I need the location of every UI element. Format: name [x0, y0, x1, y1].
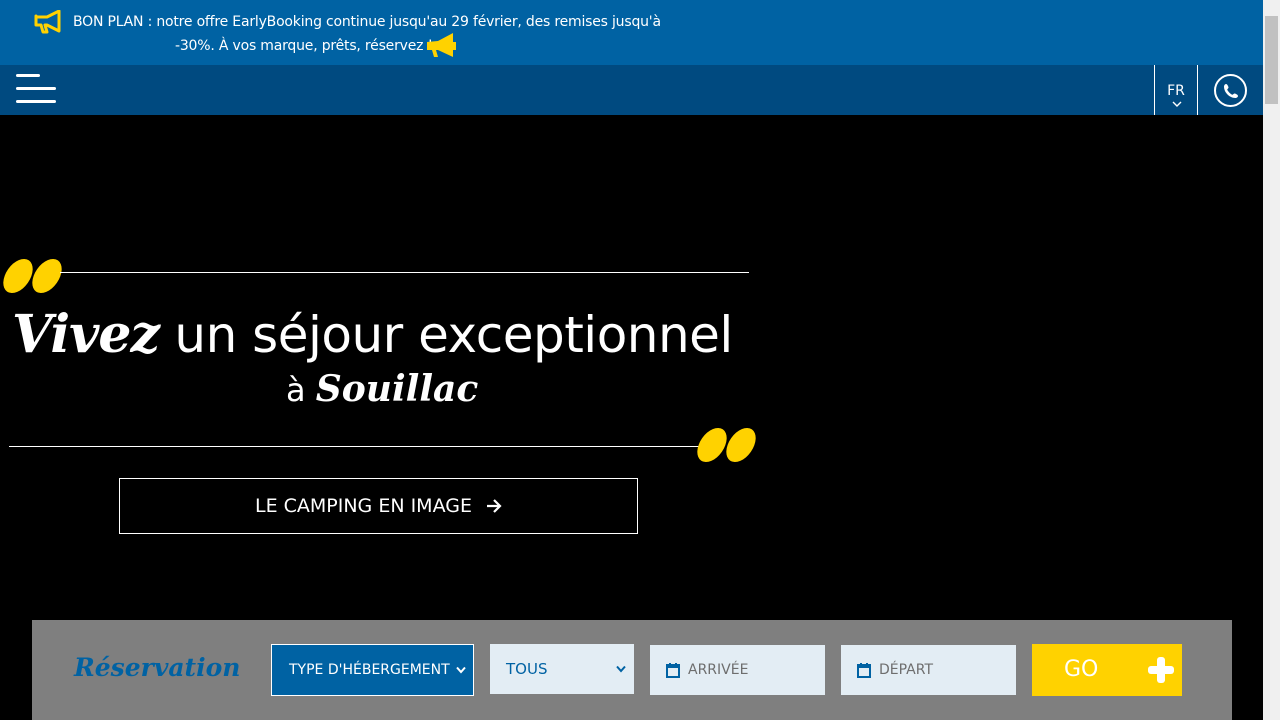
quote-mark-icon	[3, 258, 62, 294]
departure-date-field[interactable]: DÉPART	[841, 645, 1016, 695]
phone-button[interactable]	[1214, 74, 1247, 107]
hero-title: Vivez un séjour exceptionnel	[12, 304, 752, 365]
arrival-date-field[interactable]: ARRIVÉE	[650, 645, 825, 695]
camping-gallery-button[interactable]: LE CAMPING EN IMAGE	[119, 478, 638, 534]
plus-icon	[1148, 657, 1174, 683]
arrival-placeholder: ARRIVÉE	[688, 662, 749, 678]
calendar-icon	[857, 663, 871, 678]
divider-bottom	[9, 446, 699, 447]
go-label: GO	[1064, 657, 1099, 682]
hero-subtitle: à Souillac	[286, 368, 478, 410]
go-search-button[interactable]: GO	[1032, 644, 1182, 696]
hero-title-rest: un séjour exceptionnel	[159, 306, 733, 364]
page-scrollbar[interactable]	[1263, 0, 1280, 720]
cta-label: LE CAMPING EN IMAGE	[255, 495, 472, 517]
category-select[interactable]: TOUS	[490, 644, 634, 694]
chevron-down-icon	[456, 666, 466, 674]
departure-placeholder: DÉPART	[879, 662, 934, 678]
navigation-bar: FR	[0, 65, 1263, 115]
megaphone-icon	[427, 33, 456, 57]
calendar-icon	[666, 663, 680, 678]
chevron-down-icon	[616, 665, 626, 673]
category-value: TOUS	[506, 660, 548, 678]
promo-text-line1: BON PLAN : notre offre EarlyBooking cont…	[73, 14, 661, 30]
accommodation-type-value: TYPE D'HÉBERGEMENT	[289, 662, 450, 678]
booking-bar: Réservation TYPE D'HÉBERGEMENT TOUS ARRI…	[32, 620, 1232, 720]
booking-title: Réservation	[74, 653, 241, 682]
promo-text-line2: -30%. À vos marque, prêts, réservez ! :	[175, 38, 442, 54]
promo-banner: BON PLAN : notre offre EarlyBooking cont…	[0, 0, 1263, 65]
chevron-down-icon	[1172, 101, 1182, 107]
divider-top	[60, 272, 749, 273]
arrow-right-icon	[486, 499, 502, 513]
hero-subtitle-town: Souillac	[315, 368, 479, 410]
hero-subtitle-prefix: à	[286, 371, 316, 409]
scrollbar-thumb[interactable]	[1265, 16, 1278, 104]
accommodation-type-select[interactable]: TYPE D'HÉBERGEMENT	[271, 644, 474, 696]
hero-title-script: Vivez	[12, 304, 160, 365]
megaphone-outline-icon	[34, 10, 61, 34]
language-label: FR	[1167, 83, 1185, 99]
phone-icon	[1224, 84, 1238, 98]
language-selector[interactable]: FR	[1154, 65, 1198, 115]
page: BON PLAN : notre offre EarlyBooking cont…	[0, 0, 1280, 720]
quote-mark-icon	[697, 427, 756, 463]
hamburger-menu-icon[interactable]	[16, 74, 58, 106]
